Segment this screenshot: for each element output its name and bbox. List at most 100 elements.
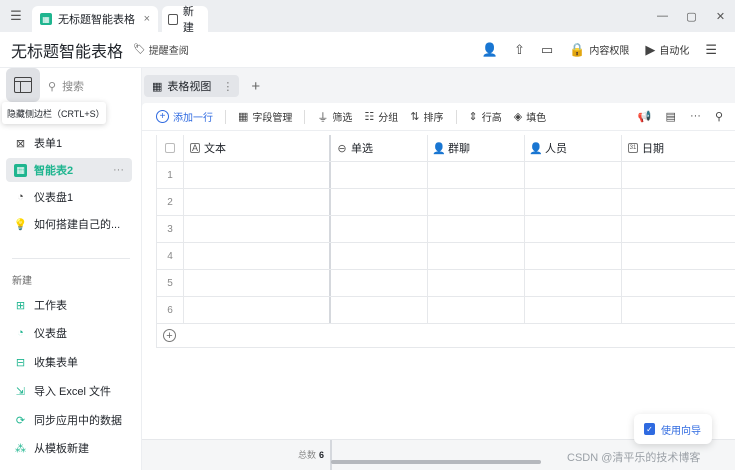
- sidebar-search[interactable]: ⚲ 搜索: [48, 78, 84, 94]
- row-number[interactable]: 6: [156, 297, 184, 323]
- table-cell[interactable]: [331, 162, 428, 188]
- column-header-single-select[interactable]: ⊖ 单选: [331, 135, 428, 161]
- history-icon[interactable]: ☰: [0, 0, 32, 32]
- tab-new[interactable]: 新建: [162, 6, 208, 34]
- worksheet-icon: ⊞: [15, 299, 26, 312]
- table-cell[interactable]: [428, 162, 525, 188]
- table-cell[interactable]: [525, 243, 622, 269]
- table-cell[interactable]: [331, 243, 428, 269]
- row-height-button[interactable]: ⇕ 行高: [469, 109, 502, 124]
- table-cell[interactable]: [428, 243, 525, 269]
- paint-bucket-icon: ◈: [513, 111, 523, 123]
- new-collect-form-button[interactable]: ⊟ 收集表单: [6, 350, 132, 374]
- select-all-checkbox[interactable]: [156, 135, 184, 161]
- add-row-inline[interactable]: +: [156, 324, 735, 348]
- table-cell[interactable]: [622, 243, 735, 269]
- column-header-person[interactable]: 👤 人员: [525, 135, 622, 161]
- more-options-icon[interactable]: ···: [113, 164, 124, 176]
- automation-button[interactable]: ▶ 自动化: [637, 42, 697, 58]
- tab-document[interactable]: ▦ 无标题智能表格 ×: [32, 6, 158, 32]
- search-icon[interactable]: ⚲: [715, 110, 723, 123]
- add-view-button[interactable]: +: [251, 78, 260, 95]
- add-row-button[interactable]: + 添加一行: [156, 109, 213, 124]
- column-header-text[interactable]: A 文本: [184, 135, 331, 161]
- from-template-button[interactable]: ⁂ 从模板新建: [6, 436, 132, 460]
- sidebar-item-form1[interactable]: ⊠ 表单1: [6, 131, 132, 155]
- fill-color-button[interactable]: ◈ 填色: [514, 109, 546, 124]
- toggle-sidebar-button[interactable]: [6, 68, 40, 102]
- sidebar-item-smart-table2[interactable]: ▦ 智能表2 ···: [6, 158, 132, 182]
- table-cell[interactable]: [622, 162, 735, 188]
- table-cell[interactable]: [184, 243, 331, 269]
- table-cell[interactable]: [428, 216, 525, 242]
- add-collaborator-button[interactable]: 👤: [474, 42, 506, 58]
- table-cell[interactable]: [525, 297, 622, 323]
- table-cell[interactable]: [622, 216, 735, 242]
- sidebar: ⚲ 搜索 隐藏侧边栏（CRTL+S） ⊠ 表单1 ▦ 智能表2 ··· ◔ 仪表…: [0, 68, 142, 470]
- table-cell[interactable]: [428, 297, 525, 323]
- row-number[interactable]: 2: [156, 189, 184, 215]
- table-cell[interactable]: [331, 297, 428, 323]
- table-toolbar: + 添加一行 ▦ 字段管理 ⏚ 筛选 ☷ 分组 ⇅ 排序 ⇕ 行高 ◈ 填色 📢…: [142, 103, 735, 131]
- minimize-button[interactable]: —: [648, 10, 677, 23]
- new-dashboard-button[interactable]: ◔ 仪表盘: [6, 321, 132, 345]
- person-icon: 👤: [529, 142, 543, 155]
- table-cell[interactable]: [622, 270, 735, 296]
- sort-button[interactable]: ⇅ 排序: [410, 109, 443, 124]
- table-cell[interactable]: [428, 189, 525, 215]
- table-cell[interactable]: [622, 297, 735, 323]
- column-header-date[interactable]: 31 日期: [622, 135, 735, 161]
- more-icon[interactable]: ···: [690, 110, 701, 123]
- import-excel-button[interactable]: ⇲ 导入 Excel 文件: [6, 379, 132, 403]
- column-header-group-chat[interactable]: 👤 群聊: [428, 135, 525, 161]
- close-tab-icon[interactable]: ×: [144, 13, 150, 25]
- row-number[interactable]: 3: [156, 216, 184, 242]
- sort-label: 排序: [423, 113, 444, 124]
- new-worksheet-button[interactable]: ⊞ 工作表: [6, 293, 132, 317]
- form-view-icon[interactable]: ▤: [666, 110, 676, 123]
- close-window-button[interactable]: ✕: [706, 10, 735, 23]
- filter-button[interactable]: ⏚ 筛选: [317, 109, 352, 125]
- sidebar-item-guide[interactable]: 💡 如何搭建自己的...: [6, 212, 132, 236]
- permission-button[interactable]: 🔒 内容权限: [561, 42, 637, 58]
- menu-button[interactable]: ☰: [697, 42, 725, 58]
- column-label: 群聊: [448, 143, 470, 155]
- horizontal-scrollbar[interactable]: [331, 460, 541, 464]
- table-cell[interactable]: [525, 162, 622, 188]
- main-area: ▦ 表格视图 ⋮ + + 添加一行 ▦ 字段管理 ⏚ 筛选 ☷ 分组 ⇅ 排序 …: [142, 68, 735, 470]
- megaphone-icon[interactable]: 📢: [638, 110, 652, 123]
- table-cell[interactable]: [525, 270, 622, 296]
- sidebar-item-dashboard1[interactable]: ◔ 仪表盘1: [6, 185, 132, 209]
- table-cell[interactable]: [331, 270, 428, 296]
- plus-circle-icon: +: [163, 329, 176, 342]
- table-cell[interactable]: [525, 189, 622, 215]
- sync-data-button[interactable]: ⟳ 同步应用中的数据: [6, 408, 132, 432]
- remind-button[interactable]: 🏷 提醒查阅: [133, 42, 189, 57]
- group-button[interactable]: ☷ 分组: [364, 109, 398, 124]
- search-placeholder: 搜索: [62, 81, 85, 93]
- table-cell[interactable]: [622, 189, 735, 215]
- table-cell[interactable]: [184, 270, 331, 296]
- sidebar-item-label: 如何搭建自己的...: [34, 219, 121, 231]
- single-select-icon: ⊖: [337, 142, 347, 155]
- share-button[interactable]: ⇧: [506, 42, 533, 58]
- table-cell[interactable]: [184, 162, 331, 188]
- tab-table-view[interactable]: ▦ 表格视图 ⋮: [144, 75, 240, 97]
- row-number[interactable]: 1: [156, 162, 184, 188]
- table-cell[interactable]: [331, 189, 428, 215]
- table-cell[interactable]: [184, 189, 331, 215]
- table-cell[interactable]: [184, 297, 331, 323]
- maximize-button[interactable]: ▢: [677, 10, 706, 23]
- table-cell[interactable]: [525, 216, 622, 242]
- comment-button[interactable]: ▭: [533, 42, 561, 58]
- row-number[interactable]: 4: [156, 243, 184, 269]
- field-manage-button[interactable]: ▦ 字段管理: [238, 109, 292, 124]
- view-options-icon[interactable]: ⋮: [222, 80, 233, 93]
- table-cell[interactable]: [331, 216, 428, 242]
- table-cell[interactable]: [184, 216, 331, 242]
- row-number[interactable]: 5: [156, 270, 184, 296]
- sidebar-divider: [12, 258, 130, 259]
- usage-guide-button[interactable]: ✓ 使用向导: [634, 414, 712, 444]
- page-title[interactable]: 无标题智能表格: [11, 38, 123, 62]
- table-cell[interactable]: [428, 270, 525, 296]
